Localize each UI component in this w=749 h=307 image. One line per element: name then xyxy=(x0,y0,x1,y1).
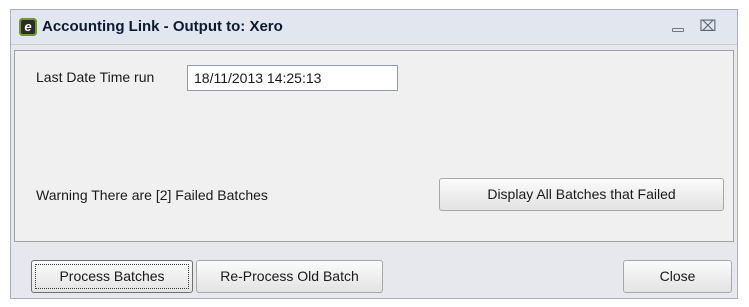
accounting-link-window: e Accounting Link - Output to: Xero ⌧ La… xyxy=(10,9,738,299)
reprocess-old-batch-label: Re-Process Old Batch xyxy=(220,268,359,284)
title-bar[interactable]: e Accounting Link - Output to: Xero ⌧ xyxy=(11,10,737,45)
display-failed-batches-label: Display All Batches that Failed xyxy=(487,186,676,202)
minimize-icon[interactable] xyxy=(666,17,690,37)
last-run-field[interactable] xyxy=(187,65,398,91)
close-label: Close xyxy=(659,268,696,284)
process-batches-label: Process Batches xyxy=(59,268,165,284)
window-title: Accounting Link - Output to: Xero xyxy=(42,18,283,35)
failed-batches-warning: Warning There are [2] Failed Batches xyxy=(36,187,268,203)
main-panel: Last Date Time run Warning There are [2]… xyxy=(14,50,734,242)
close-x-icon[interactable]: ⌧ xyxy=(696,17,720,37)
last-run-label: Last Date Time run xyxy=(36,69,155,85)
close-button[interactable]: Close xyxy=(623,260,732,293)
app-logo-icon: e xyxy=(19,18,37,36)
process-batches-button[interactable]: Process Batches xyxy=(31,260,193,293)
reprocess-old-batch-button[interactable]: Re-Process Old Batch xyxy=(196,260,383,293)
display-failed-batches-button[interactable]: Display All Batches that Failed xyxy=(439,178,724,211)
